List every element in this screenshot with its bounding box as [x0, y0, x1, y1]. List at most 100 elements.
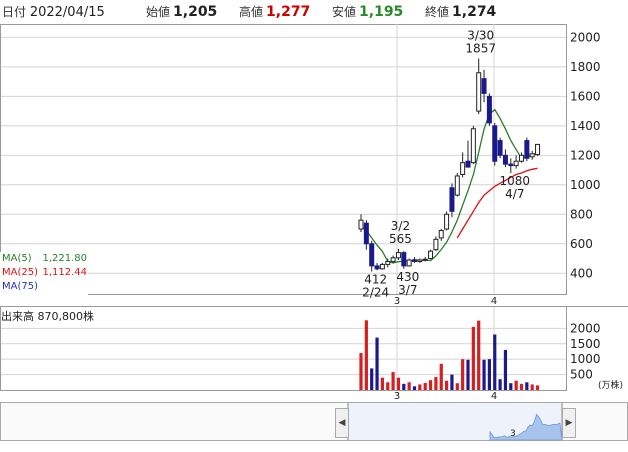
volume-x-tick-label: 4 [491, 391, 497, 402]
candle-body [438, 230, 444, 239]
candle-body [476, 72, 482, 112]
price-annotation: 1857 [465, 41, 496, 55]
volume-bar [428, 380, 433, 390]
candle-body [497, 140, 503, 156]
volume-x-tick-label: 3 [394, 391, 400, 402]
candle-body [406, 259, 412, 267]
date-value: 2022/04/15 [29, 5, 105, 20]
price-y-tick-label: 1800 [570, 60, 601, 74]
low-value: 1,195 [359, 4, 404, 20]
volume-bar [498, 379, 502, 390]
price-annotation: 1080 [500, 174, 531, 188]
candle-body [417, 259, 423, 262]
volume-bar [407, 382, 411, 390]
volume-unit-label: (万株) [598, 379, 623, 391]
scroll-right-button[interactable]: ▶ [562, 408, 576, 438]
candle-body [444, 213, 450, 230]
legend-ma5-name: MA(5) [2, 253, 32, 264]
scroll-left-button[interactable]: ◀ [335, 408, 349, 438]
candle-body [486, 95, 492, 124]
volume-bar [370, 368, 374, 390]
high-label: 高値 [239, 5, 264, 19]
volume-bar [455, 383, 459, 390]
candle-body [502, 154, 508, 165]
candle-body [428, 250, 434, 260]
candle-body [390, 257, 396, 262]
candle-body [529, 153, 535, 158]
candle-body [449, 187, 455, 212]
price-annotation: 3/7 [398, 283, 417, 297]
ma-legend: MA(5) 1,221.80 MA(25) 1,112.44 MA(75) [0, 252, 88, 296]
open-value: 1,205 [173, 4, 218, 20]
price-annotation: 2/24 [362, 285, 389, 299]
candle-body [369, 243, 375, 267]
volume-bar [450, 374, 454, 390]
candle-body [412, 259, 417, 262]
volume-bar [514, 380, 518, 390]
volume-bar [396, 377, 401, 390]
legend-ma75-name: MA(75) [2, 281, 38, 292]
date-label: 日付 [2, 5, 27, 19]
close-field: 終値 1,274 [425, 3, 496, 20]
legend-ma5-value: 1,221.80 [42, 253, 87, 264]
volume-bar [466, 359, 470, 390]
price-annotation: 3/30 [467, 28, 494, 42]
candle-body [460, 162, 466, 175]
volume-bar [439, 363, 443, 390]
volume-bar [375, 337, 379, 390]
volume-bar [412, 386, 417, 390]
volume-bar [503, 349, 508, 390]
low-label: 安値 [332, 5, 357, 19]
low-field: 安値 1,195 [332, 3, 403, 20]
price-x-tick-label: 3 [394, 296, 400, 307]
price-y-tick-label: 1600 [570, 89, 601, 103]
price-x-tick-label: 4 [491, 296, 497, 307]
price-annotation: 430 [396, 270, 419, 284]
legend-ma5: MA(5) 1,221.80 [0, 252, 88, 266]
volume-label: 出来高 870,800株 [1, 308, 94, 324]
volume-bar [482, 359, 486, 390]
legend-ma25-name: MA(25) [2, 267, 38, 278]
price-y-tick-label: 400 [570, 266, 593, 280]
volume-bar [380, 377, 384, 390]
candle-body [535, 143, 541, 156]
stock-chart-panel: 400 600 800 1000 1200 1400 1600 1800 2000 3 4 412… [0, 0, 628, 448]
volume-y-tick-label: 500 [570, 368, 593, 382]
price-annotation: 565 [389, 232, 412, 246]
volume-bar [391, 372, 395, 390]
price-annotation: 3/2 [391, 219, 410, 233]
candle-body [465, 160, 471, 168]
volume-bar [423, 382, 427, 390]
close-label: 終値 [425, 5, 450, 19]
volume-bar [418, 384, 422, 390]
volume-bar [471, 326, 475, 390]
volume-bar [519, 383, 524, 390]
open-field: 始値 1,205 [146, 3, 217, 20]
candle-body [401, 252, 407, 267]
price-y-tick-label: 1000 [570, 178, 601, 192]
volume-value: 870,800株 [37, 310, 95, 323]
navigator-tick-label: 3 [510, 429, 516, 439]
price-y-tick-label: 2000 [570, 30, 601, 44]
candle-body [385, 260, 391, 265]
candle-body [513, 160, 519, 167]
volume-bar [364, 320, 368, 390]
candle-body [395, 252, 401, 259]
volume-title: 出来高 [1, 310, 34, 323]
volume-bar [509, 383, 513, 390]
candle-body [358, 219, 364, 230]
volume-bar [386, 382, 390, 390]
price-y-tick-label: 1200 [570, 148, 601, 162]
candle-body [524, 140, 530, 159]
volume-bar [402, 383, 406, 390]
candle-body [519, 154, 524, 162]
candle-body [492, 125, 498, 162]
price-y-tick-label: 1400 [570, 119, 601, 133]
volume-y-tick-label: 1500 [570, 337, 601, 351]
volume-y-tick-label: 2000 [570, 321, 601, 335]
volume-bar [530, 384, 534, 390]
price-y-tick-label: 600 [570, 237, 593, 251]
candle-body [454, 175, 460, 196]
high-field: 高値 1,277 [239, 3, 310, 20]
high-value: 1,277 [266, 4, 311, 20]
